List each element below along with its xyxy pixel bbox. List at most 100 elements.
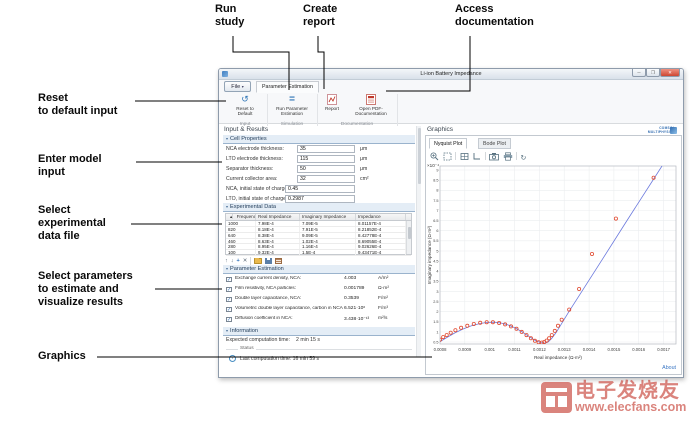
zoom-in-icon[interactable] bbox=[430, 152, 439, 161]
field-unit: μm bbox=[360, 146, 367, 152]
show-grid-icon[interactable] bbox=[460, 152, 469, 161]
reset-to-default-label: Reset to Default bbox=[225, 106, 265, 117]
checkbox-checked[interactable]: ✓ bbox=[226, 307, 232, 313]
move-up-icon[interactable]: ↑ bbox=[225, 258, 228, 265]
parameter-estimation-label: Parameter Estimation bbox=[230, 266, 284, 272]
panel-scrollbar[interactable] bbox=[416, 126, 421, 357]
file-menu-button[interactable]: File ▾ bbox=[224, 81, 251, 92]
column-impedance[interactable]: Impedance bbox=[356, 214, 406, 220]
parameter-row: ✓ Film resistivity, NCA particles: 0.001… bbox=[223, 285, 415, 295]
column-imaginary-impedance[interactable]: Imaginary Impedance bbox=[300, 214, 356, 220]
information-label: Information bbox=[230, 328, 258, 334]
section-information[interactable]: ▾Information bbox=[223, 327, 415, 336]
delete-row-icon[interactable]: ✕ bbox=[243, 258, 248, 265]
field-input[interactable]: 0.45 bbox=[285, 185, 355, 193]
load-file-icon[interactable] bbox=[254, 258, 262, 264]
report-button[interactable]: Report bbox=[319, 93, 345, 121]
table-scrollbar[interactable] bbox=[406, 221, 411, 254]
move-down-icon[interactable]: ↓ bbox=[231, 258, 234, 265]
print-icon[interactable] bbox=[503, 152, 513, 161]
svg-text:8.5: 8.5 bbox=[433, 179, 438, 183]
table-header[interactable]: ▴ Frequency Real Impedance Imaginary Imp… bbox=[226, 214, 411, 221]
annotation-graphics: Graphics bbox=[38, 350, 86, 363]
status-label: Status bbox=[238, 346, 256, 351]
last-computation-text: Last computation time: 16 min 59 s bbox=[240, 356, 319, 362]
cell-properties-label: Cell Properties bbox=[230, 136, 267, 142]
section-parameter-estimation[interactable]: ▾Parameter Estimation bbox=[223, 265, 415, 274]
svg-text:0.001: 0.001 bbox=[484, 347, 495, 352]
chevron-down-icon: ▾ bbox=[242, 84, 244, 89]
scrollbar-thumb[interactable] bbox=[418, 128, 422, 184]
tab-bode-plot[interactable]: Bode Plot bbox=[478, 138, 511, 149]
ribbon-group-documentation: Documentation bbox=[319, 122, 395, 127]
graphics-box: Nyquist Plot Bode Plot bbox=[425, 135, 682, 375]
comsol-logo-line2: MULTIPHYSICS bbox=[627, 131, 675, 135]
svg-text:4: 4 bbox=[436, 270, 438, 274]
add-row-icon[interactable]: + bbox=[237, 258, 240, 265]
save-file-icon[interactable] bbox=[265, 258, 272, 265]
field-input[interactable]: 50 bbox=[297, 165, 355, 173]
svg-text:Real impedance (Ω·m²): Real impedance (Ω·m²) bbox=[534, 355, 582, 360]
parameter-estimation-form: ✓ Exchange current density, NCA: 4.003 A… bbox=[223, 275, 415, 325]
section-cell-properties[interactable]: ▾Cell Properties bbox=[223, 135, 415, 144]
svg-text:0.0011: 0.0011 bbox=[508, 347, 521, 352]
ribbon-separator bbox=[267, 94, 268, 126]
show-axes-icon[interactable] bbox=[472, 152, 481, 161]
parameter-row: ✓ Double layer capacitance, NCA: 0.3539 … bbox=[223, 295, 415, 305]
image-snapshot-icon[interactable] bbox=[489, 152, 499, 161]
svg-text:0.0017: 0.0017 bbox=[657, 347, 670, 352]
field-input[interactable]: 35 bbox=[297, 145, 355, 153]
field-input[interactable]: 115 bbox=[297, 155, 355, 163]
parameter-unit: A/m² bbox=[378, 276, 388, 281]
window-titlebar[interactable]: Li-ion Battery Impedance ─ ❐ ✕ bbox=[219, 69, 683, 80]
about-link[interactable]: About bbox=[662, 365, 676, 371]
parameter-label: Volumetric double layer capacitance, car… bbox=[235, 306, 343, 311]
parameter-row: ✓ Exchange current density, NCA: 4.003 A… bbox=[223, 275, 415, 285]
zoom-extents-icon[interactable] bbox=[443, 152, 452, 161]
checkbox-checked[interactable]: ✓ bbox=[226, 287, 232, 293]
maximize-button[interactable]: ❐ bbox=[646, 69, 660, 77]
ribbon-group-simulation: Simulation bbox=[269, 122, 315, 127]
nyquist-plot-canvas[interactable]: 0.00080.00090.0010.00110.00120.00130.001… bbox=[426, 162, 683, 375]
annotation-data-file: Select experimental data file bbox=[38, 204, 106, 243]
svg-text:2: 2 bbox=[436, 310, 438, 314]
column-real-impedance[interactable]: Real Impedance bbox=[256, 214, 300, 220]
annotation-model-input: Enter model input bbox=[38, 153, 102, 179]
checkbox-checked[interactable]: ✓ bbox=[226, 317, 232, 323]
parameter-value: 0.3539 bbox=[344, 296, 359, 301]
experimental-data-table[interactable]: ▴ Frequency Real Impedance Imaginary Imp… bbox=[225, 213, 412, 255]
minimize-button[interactable]: ─ bbox=[632, 69, 646, 77]
expected-value: 2 min 15 s bbox=[296, 337, 320, 343]
field-label: Current collector area: bbox=[226, 176, 277, 182]
toolbar-separator bbox=[516, 152, 517, 160]
field-label: NCA electrode thickness: bbox=[226, 146, 284, 152]
scrollbar-thumb[interactable] bbox=[408, 227, 412, 239]
section-experimental-data[interactable]: ▾Experimental Data bbox=[223, 203, 415, 212]
table-row[interactable]: 100 9.32E-4 1.5E-4 9.43471E-4 bbox=[226, 250, 411, 256]
comsol-logo-icon bbox=[670, 127, 677, 134]
parameter-value: 6.521·10⁶ bbox=[344, 306, 365, 311]
field-unit: μm bbox=[360, 166, 367, 172]
tab-nyquist-plot[interactable]: Nyquist Plot bbox=[429, 138, 467, 149]
close-button[interactable]: ✕ bbox=[660, 69, 680, 77]
app-window: Li-ion Battery Impedance ─ ❐ ✕ File ▾ Pa… bbox=[218, 68, 684, 378]
column-frequency[interactable]: ▴ Frequency bbox=[226, 214, 256, 220]
expected-label: Expected computation time: bbox=[226, 337, 290, 343]
toolbar-separator bbox=[455, 152, 456, 160]
export-table-icon[interactable] bbox=[275, 258, 282, 264]
report-icon bbox=[327, 94, 337, 105]
parameter-unit: Ω·m² bbox=[378, 286, 389, 291]
status-divider: Status bbox=[226, 346, 412, 353]
field-input[interactable]: 0.2987 bbox=[285, 195, 355, 203]
sort-asc-icon: ▴ bbox=[228, 214, 233, 219]
run-parameter-estimation-button[interactable]: = Run Parameter Estimation bbox=[269, 93, 315, 121]
reset-to-default-button[interactable]: ↺ Reset to Default bbox=[225, 93, 265, 121]
checkbox-checked[interactable]: ✓ bbox=[226, 297, 232, 303]
tab-parameter-estimation[interactable]: Parameter Estimation bbox=[256, 81, 319, 93]
input-results-title: Input & Results bbox=[224, 126, 268, 133]
info-icon: i bbox=[229, 355, 236, 362]
elecfans-logo bbox=[541, 382, 572, 413]
field-input[interactable]: 32 bbox=[297, 175, 355, 183]
checkbox-checked[interactable]: ✓ bbox=[226, 277, 232, 283]
open-pdf-documentation-button[interactable]: Open PDF- Documentation bbox=[347, 93, 395, 121]
